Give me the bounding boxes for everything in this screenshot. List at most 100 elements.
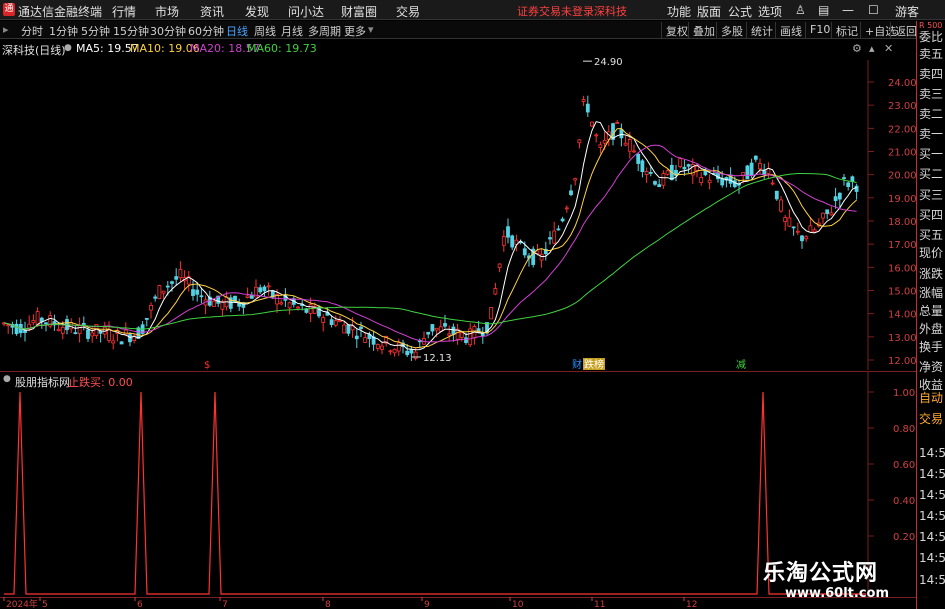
toolbar-arrow-icon[interactable]: ▸ xyxy=(3,23,9,36)
panel-item-9[interactable]: 买四 xyxy=(919,206,943,223)
menu-quotes[interactable]: 行情 xyxy=(112,3,136,20)
panel-item-6[interactable]: 买一 xyxy=(919,145,943,162)
candle-body xyxy=(774,190,779,200)
panel-item-16[interactable]: 换手 xyxy=(919,338,943,355)
y-tick-label: 23.00 xyxy=(888,101,916,112)
candle-body xyxy=(245,295,250,298)
panel-item-27[interactable]: 14:56 xyxy=(919,573,945,587)
panel-item-10[interactable]: 买五 xyxy=(919,226,943,243)
menu-options[interactable]: 选项 xyxy=(758,3,782,20)
panel-item-21[interactable]: 14:56 xyxy=(919,446,945,460)
menu-discover[interactable]: 发现 xyxy=(245,3,269,20)
period-weekly[interactable]: 周线 xyxy=(254,23,276,39)
candle-body xyxy=(594,134,599,137)
y-tick-label: 20.00 xyxy=(888,171,916,182)
candle-body xyxy=(90,332,95,337)
candle-body xyxy=(438,326,443,332)
btn-mark[interactable]: 标记 xyxy=(831,22,862,38)
candle-body xyxy=(661,173,666,186)
candle-body xyxy=(644,171,649,175)
period-intraday[interactable]: 分时 xyxy=(21,23,43,39)
user-icon[interactable]: ♙ xyxy=(795,3,806,17)
candle-body xyxy=(800,235,804,242)
panel-item-13[interactable]: 涨幅 xyxy=(919,284,943,301)
btn-stats[interactable]: 统计 xyxy=(746,22,777,38)
panel-item-3[interactable]: 卖三 xyxy=(919,85,943,102)
candle-body xyxy=(564,207,569,210)
candle-body xyxy=(821,212,825,219)
panel-item-24[interactable]: 14:56 xyxy=(919,509,945,523)
menu-layout[interactable]: 版面 xyxy=(697,3,721,20)
period-monthly[interactable]: 月线 xyxy=(281,23,303,39)
period-30min[interactable]: 30分钟 xyxy=(150,23,186,39)
period-daily[interactable]: 日线 xyxy=(226,23,248,39)
panel-item-15[interactable]: 外盘 xyxy=(919,320,943,337)
panel-item-20[interactable]: 交易 xyxy=(919,410,943,427)
login-warning[interactable]: 证券交易未登录 xyxy=(517,3,594,19)
menu-market[interactable]: 市场 xyxy=(155,3,179,20)
candle-body xyxy=(451,326,456,335)
panel-item-17[interactable]: 净资 xyxy=(919,358,943,375)
candle-body xyxy=(678,158,683,168)
panel-item-2[interactable]: 卖四 xyxy=(919,65,943,82)
candle-body xyxy=(812,229,817,233)
menu-function[interactable]: 功能 xyxy=(667,3,691,20)
panel-item-4[interactable]: 卖二 xyxy=(919,105,943,122)
panel-item-8[interactable]: 买三 xyxy=(919,186,943,203)
x-tick-label: 6 xyxy=(137,600,143,609)
candle-body xyxy=(44,322,48,325)
menu-trade[interactable]: 交易 xyxy=(396,3,420,20)
btn-multi-stock[interactable]: 多股 xyxy=(716,22,747,38)
candle-body xyxy=(60,326,65,334)
panel-item-26[interactable]: 14:56 xyxy=(919,551,945,565)
panel-item-25[interactable]: 14:56 xyxy=(919,530,945,544)
more-chevron-icon[interactable]: ▾ xyxy=(368,23,374,36)
chart-icon[interactable]: ▤ xyxy=(818,3,829,17)
candlestick-chart[interactable]: 深科技(日线) ● MA5: 19.57 MA10: 19.06 MA20: 1… xyxy=(0,40,916,370)
period-5min[interactable]: 5分钟 xyxy=(81,23,110,39)
panel-item-7[interactable]: 买二 xyxy=(919,165,943,182)
y-tick-label: 21.00 xyxy=(888,148,916,159)
candle-body xyxy=(170,281,174,284)
candle-body xyxy=(842,177,846,179)
candle-body xyxy=(573,178,578,181)
ind-y-tick-label: 1.00 xyxy=(893,388,915,399)
ind-y-tick-label: 0.80 xyxy=(893,424,915,435)
candle-body xyxy=(443,323,447,327)
period-more[interactable]: 更多 xyxy=(344,23,366,39)
panel-item-19[interactable]: 自动 xyxy=(919,389,943,406)
btn-overlay[interactable]: 叠加 xyxy=(688,22,719,38)
candle-body xyxy=(6,324,11,327)
candle-body xyxy=(804,236,809,240)
candle-body xyxy=(833,196,838,202)
btn-draw[interactable]: 画线 xyxy=(775,22,806,38)
menu-ask[interactable]: 问小达 xyxy=(288,3,324,20)
btn-f10[interactable]: F10 xyxy=(805,22,834,38)
maximize-icon[interactable]: ☐ xyxy=(868,3,879,17)
panel-item-22[interactable]: 14:56 xyxy=(919,467,945,481)
panel-item-23[interactable]: 14:56 xyxy=(919,488,945,502)
panel-item-12[interactable]: 涨跌 xyxy=(919,265,943,282)
candle-body xyxy=(632,150,636,153)
period-60min[interactable]: 60分钟 xyxy=(188,23,224,39)
period-15min[interactable]: 15分钟 xyxy=(113,23,149,39)
candle-body xyxy=(178,268,183,279)
user-guest[interactable]: 游客 xyxy=(895,3,919,20)
candle-body xyxy=(653,181,657,185)
candle-body xyxy=(296,306,300,309)
candle-body xyxy=(615,122,620,124)
candle-body xyxy=(707,179,712,184)
panel-item-5[interactable]: 卖一 xyxy=(919,125,943,142)
panel-item-11[interactable]: 现价 xyxy=(919,244,943,261)
period-multi[interactable]: 多周期 xyxy=(308,23,341,39)
menu-formula[interactable]: 公式 xyxy=(728,3,752,20)
panel-item-0[interactable]: 委比 xyxy=(919,28,943,45)
panel-item-14[interactable]: 总量 xyxy=(919,302,943,319)
period-1min[interactable]: 1分钟 xyxy=(49,23,78,39)
panel-item-1[interactable]: 卖五 xyxy=(919,45,943,62)
minimize-icon[interactable]: — xyxy=(842,3,854,17)
candle-body xyxy=(279,302,284,305)
candle-body xyxy=(506,226,510,238)
menu-news[interactable]: 资讯 xyxy=(200,3,224,20)
menu-wealth[interactable]: 财富圈 xyxy=(341,3,377,20)
